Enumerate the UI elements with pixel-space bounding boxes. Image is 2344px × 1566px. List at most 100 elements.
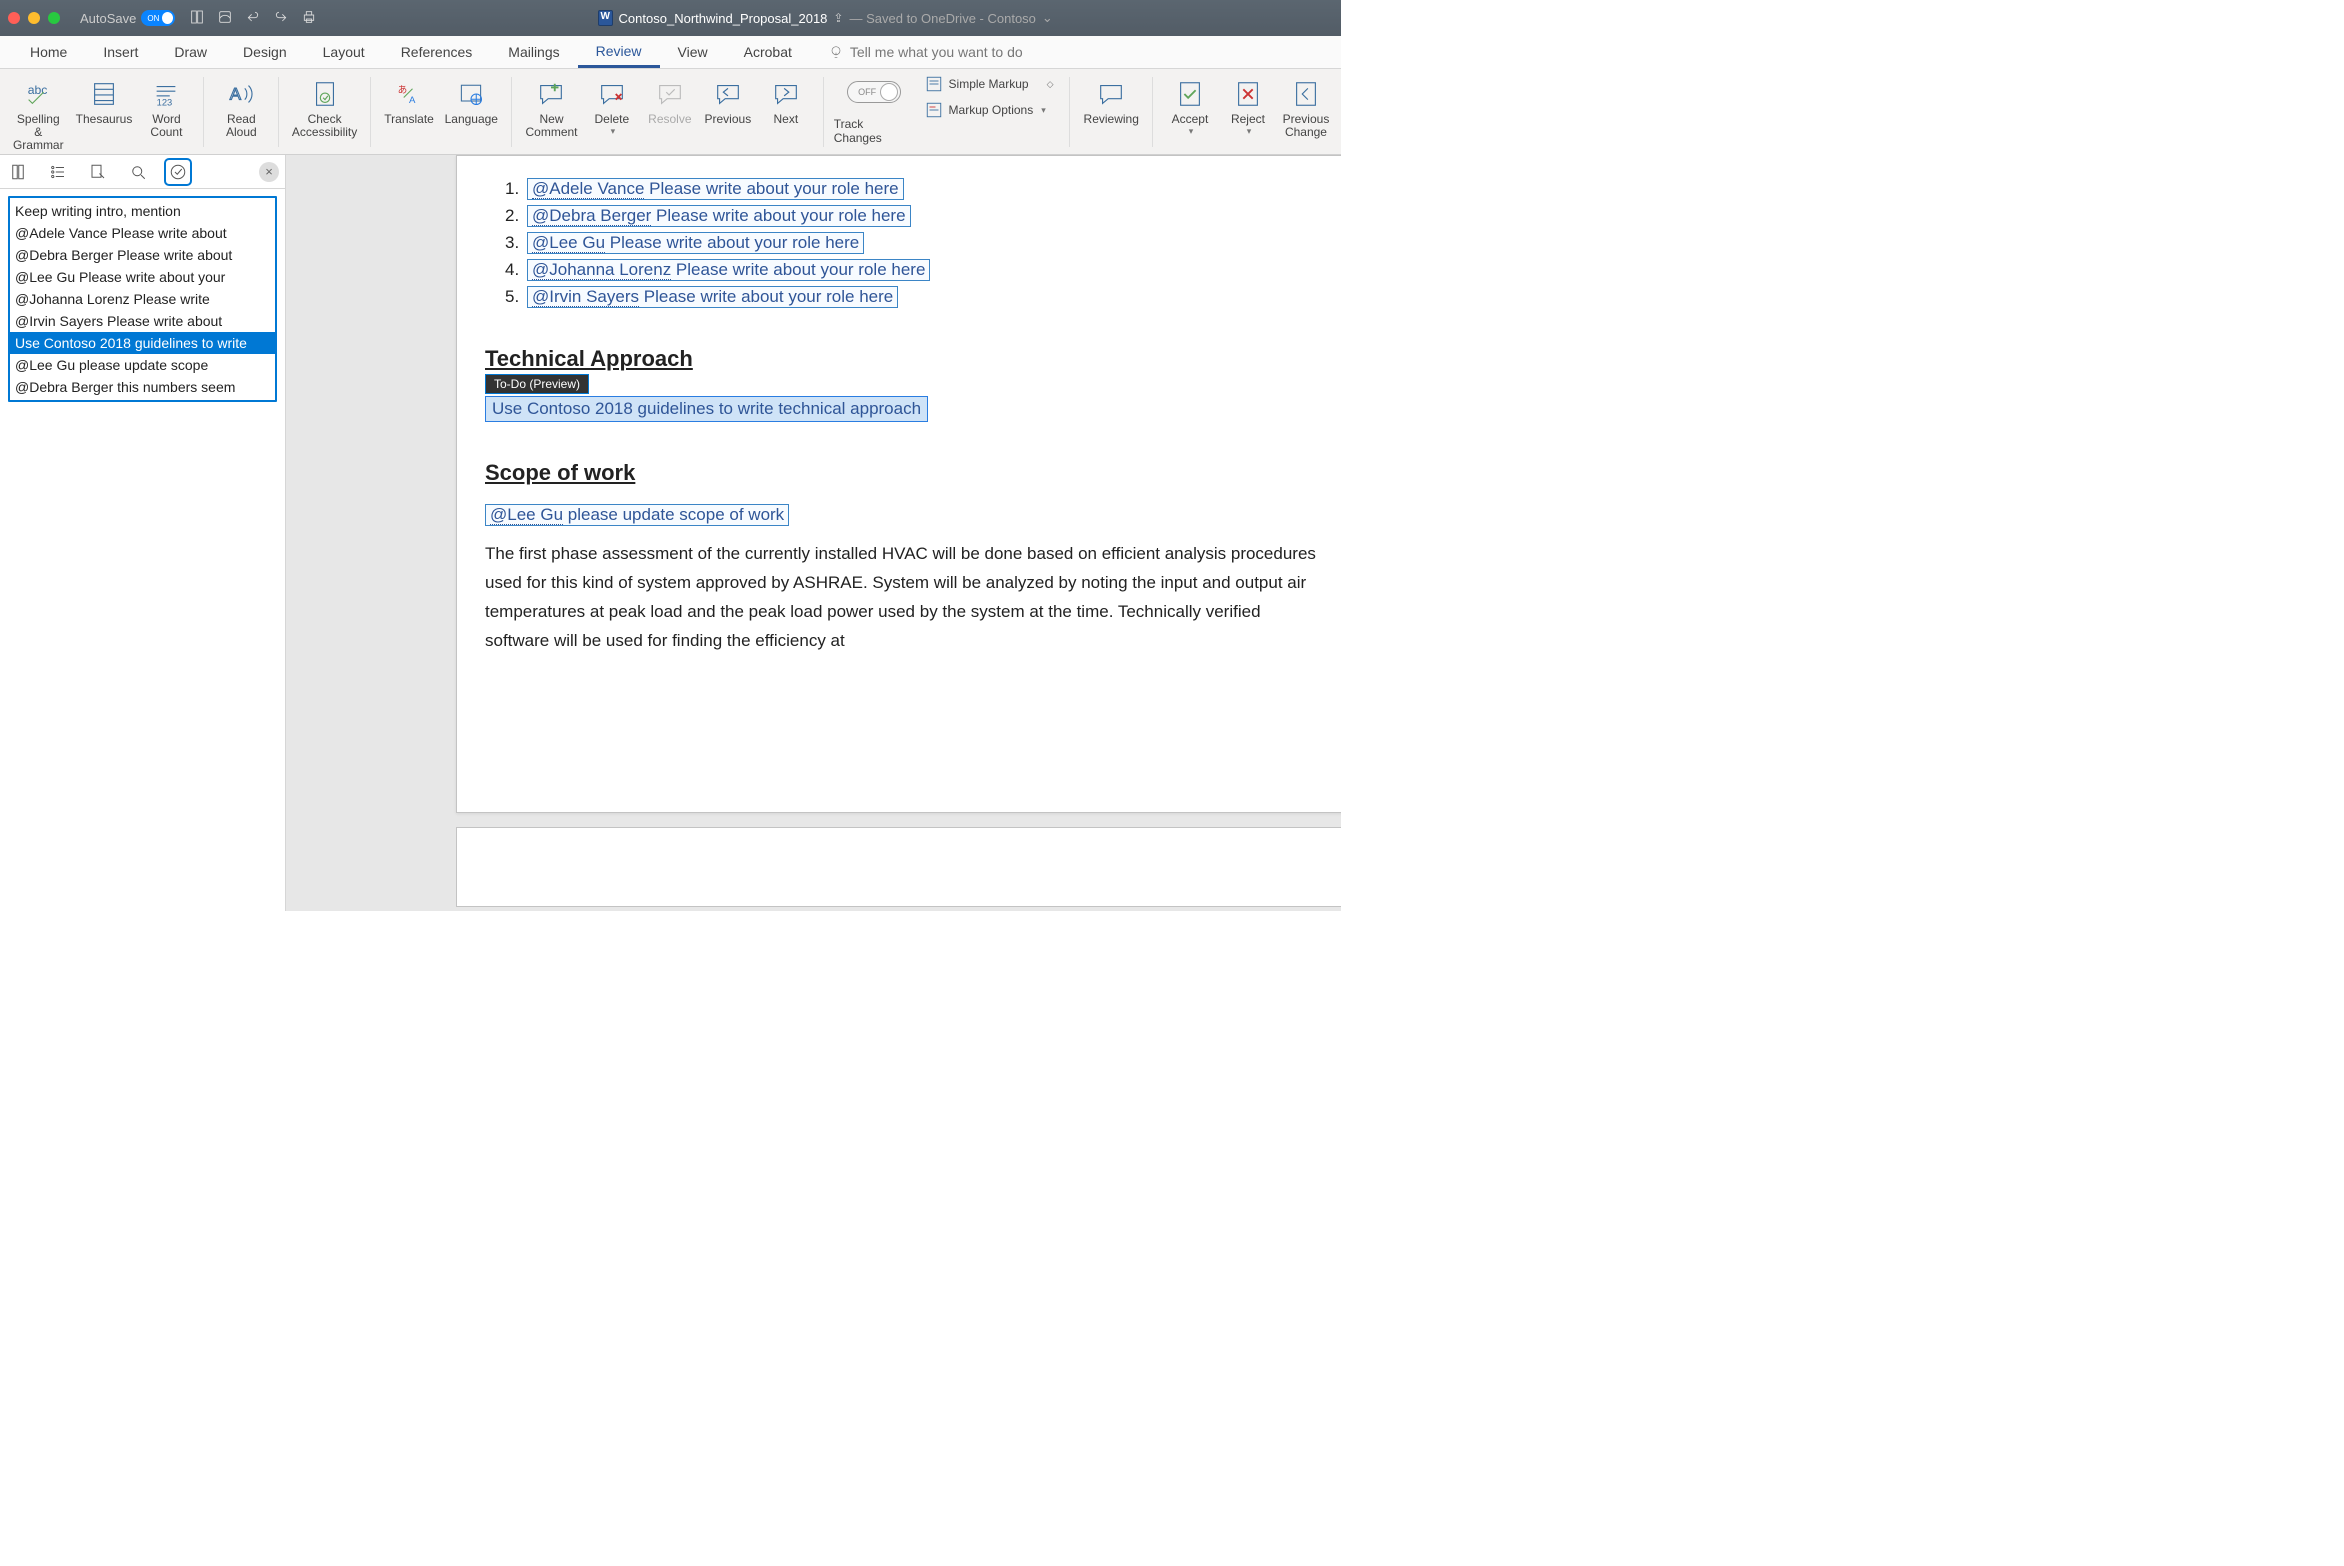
- delete-comment-button[interactable]: Delete▾: [585, 73, 639, 141]
- svg-text:A: A: [409, 95, 416, 106]
- redo-icon[interactable]: [273, 9, 289, 28]
- translate-button[interactable]: あATranslate: [381, 73, 438, 130]
- title-bar: AutoSave ON Contoso_Northwind_Proposal_2…: [0, 0, 1341, 36]
- role-list-item: 4.@Johanna Lorenz Please write about you…: [505, 259, 1317, 281]
- chevron-down-icon[interactable]: ⌄: [1042, 10, 1053, 26]
- pane-tab-search-icon[interactable]: [126, 160, 150, 184]
- todo-item[interactable]: Use Contoso 2018 guidelines to write: [10, 332, 275, 354]
- tab-home[interactable]: Home: [12, 38, 85, 66]
- task-box[interactable]: @Adele Vance Please write about your rol…: [527, 178, 904, 200]
- check-accessibility-button[interactable]: Check Accessibility: [289, 73, 360, 143]
- task-box[interactable]: @Irvin Sayers Please write about your ro…: [527, 286, 898, 308]
- tab-design[interactable]: Design: [225, 38, 305, 66]
- todo-preview-badge: To-Do (Preview): [485, 374, 589, 394]
- workspace: × Keep writing intro, mention@Adele Vanc…: [0, 155, 1341, 911]
- pages-icon[interactable]: [189, 9, 205, 28]
- reviewing-pane-button[interactable]: Reviewing: [1080, 73, 1142, 130]
- markup-options-dropdown[interactable]: Markup Options▾: [925, 101, 1054, 119]
- undo-icon[interactable]: [245, 9, 261, 28]
- autosave-state: ON: [147, 14, 159, 23]
- task-box[interactable]: @Debra Berger Please write about your ro…: [527, 205, 911, 227]
- pane-tab-edit-icon[interactable]: [86, 160, 110, 184]
- pane-tab-list-icon[interactable]: [46, 160, 70, 184]
- minimize-window-icon[interactable]: [28, 12, 40, 24]
- todo-item[interactable]: Keep writing intro, mention: [10, 200, 275, 222]
- toggle-knob-icon: [880, 83, 898, 101]
- window-controls: [8, 12, 60, 24]
- tab-layout[interactable]: Layout: [305, 38, 383, 66]
- scope-task-box[interactable]: @Lee Gu please update scope of work: [485, 504, 789, 526]
- role-assignment-list: 1.@Adele Vance Please write about your r…: [485, 178, 1317, 308]
- pane-tab-pages-icon[interactable]: [6, 160, 30, 184]
- track-changes-toggle[interactable]: OFF Track Changes: [834, 73, 915, 145]
- mention[interactable]: @Debra Berger: [532, 206, 651, 226]
- mention[interactable]: @Adele Vance: [532, 179, 644, 199]
- autosave-label: AutoSave: [80, 11, 136, 26]
- quick-access-toolbar: [189, 9, 317, 28]
- document-canvas[interactable]: 1.@Adele Vance Please write about your r…: [286, 155, 1341, 911]
- tab-view[interactable]: View: [660, 38, 726, 66]
- read-aloud-button[interactable]: ARead Aloud: [214, 73, 268, 143]
- toggle-knob-icon: [162, 12, 173, 24]
- tab-draw[interactable]: Draw: [156, 38, 225, 66]
- save-status: — Saved to OneDrive - Contoso: [849, 11, 1035, 26]
- svg-text:abc: abc: [28, 83, 48, 97]
- todo-item[interactable]: @Adele Vance Please write about: [10, 222, 275, 244]
- svg-text:A: A: [230, 85, 242, 104]
- task-box[interactable]: @Johanna Lorenz Please write about your …: [527, 259, 930, 281]
- document-title: Contoso_Northwind_Proposal_2018 ⇪ — Save…: [317, 10, 1333, 26]
- reject-change-button[interactable]: Reject▾: [1221, 73, 1275, 141]
- todo-item[interactable]: @Irvin Sayers Please write about: [10, 310, 275, 332]
- previous-change-button[interactable]: Previous Change: [1279, 73, 1333, 143]
- document-page: 1.@Adele Vance Please write about your r…: [456, 155, 1341, 813]
- mention[interactable]: @Irvin Sayers: [532, 287, 639, 307]
- mention[interactable]: @Johanna Lorenz: [532, 260, 671, 280]
- resolve-comment-button: Resolve: [643, 73, 697, 130]
- svg-text:あ: あ: [398, 85, 408, 96]
- todo-list: Keep writing intro, mention@Adele Vance …: [8, 196, 277, 402]
- tab-mailings[interactable]: Mailings: [490, 38, 577, 66]
- doc-filename: Contoso_Northwind_Proposal_2018: [619, 11, 828, 26]
- next-comment-button[interactable]: Next: [759, 73, 813, 130]
- mention[interactable]: @Lee Gu: [532, 233, 605, 253]
- word-doc-icon: [598, 10, 613, 26]
- print-icon[interactable]: [301, 9, 317, 28]
- tab-insert[interactable]: Insert: [85, 38, 156, 66]
- spelling-grammar-button[interactable]: abcSpelling & Grammar: [8, 73, 69, 155]
- scope-body-text: The first phase assessment of the curren…: [485, 540, 1317, 656]
- todo-item[interactable]: @Lee Gu Please write about your: [10, 266, 275, 288]
- todo-item[interactable]: @Johanna Lorenz Please write: [10, 288, 275, 310]
- heading-technical-approach: Technical Approach: [485, 346, 1317, 372]
- role-list-item: 5.@Irvin Sayers Please write about your …: [505, 286, 1317, 308]
- selected-todo-task[interactable]: Use Contoso 2018 guidelines to write tec…: [485, 396, 928, 422]
- tab-review[interactable]: Review: [578, 37, 660, 68]
- close-window-icon[interactable]: [8, 12, 20, 24]
- autosave-toggle[interactable]: ON: [141, 10, 175, 26]
- todo-item[interactable]: @Debra Berger this numbers seem: [10, 376, 275, 398]
- pane-tab-bar: ×: [0, 155, 285, 189]
- todo-item[interactable]: @Debra Berger Please write about: [10, 244, 275, 266]
- previous-comment-button[interactable]: Previous: [701, 73, 755, 130]
- thesaurus-button[interactable]: Thesaurus: [73, 73, 136, 130]
- simple-markup-dropdown[interactable]: Simple Markup◇: [925, 75, 1054, 93]
- tab-references[interactable]: References: [383, 38, 491, 66]
- share-icon[interactable]: ⇪: [833, 11, 843, 25]
- markup-options-group: Simple Markup◇ Markup Options▾: [919, 73, 1060, 121]
- todo-item[interactable]: @Lee Gu please update scope: [10, 354, 275, 376]
- accept-change-button[interactable]: Accept▾: [1163, 73, 1217, 141]
- tell-me-label: Tell me what you want to do: [850, 44, 1023, 60]
- word-count-button[interactable]: 123Word Count: [139, 73, 193, 143]
- ribbon-review: abcSpelling & Grammar Thesaurus 123Word …: [0, 69, 1341, 155]
- heading-scope-of-work: Scope of work: [485, 460, 1317, 486]
- new-comment-button[interactable]: New Comment: [522, 73, 581, 143]
- language-button[interactable]: Language: [441, 73, 501, 130]
- tell-me-search[interactable]: Tell me what you want to do: [828, 44, 1023, 60]
- pane-tab-todo-icon[interactable]: [166, 160, 190, 184]
- maximize-window-icon[interactable]: [48, 12, 60, 24]
- tab-acrobat[interactable]: Acrobat: [726, 38, 810, 66]
- task-pane: × Keep writing intro, mention@Adele Vanc…: [0, 155, 286, 911]
- task-box[interactable]: @Lee Gu Please write about your role her…: [527, 232, 864, 254]
- mention-lee-gu[interactable]: @Lee Gu: [490, 505, 563, 525]
- save-icon[interactable]: [217, 9, 233, 28]
- close-pane-button[interactable]: ×: [259, 162, 279, 182]
